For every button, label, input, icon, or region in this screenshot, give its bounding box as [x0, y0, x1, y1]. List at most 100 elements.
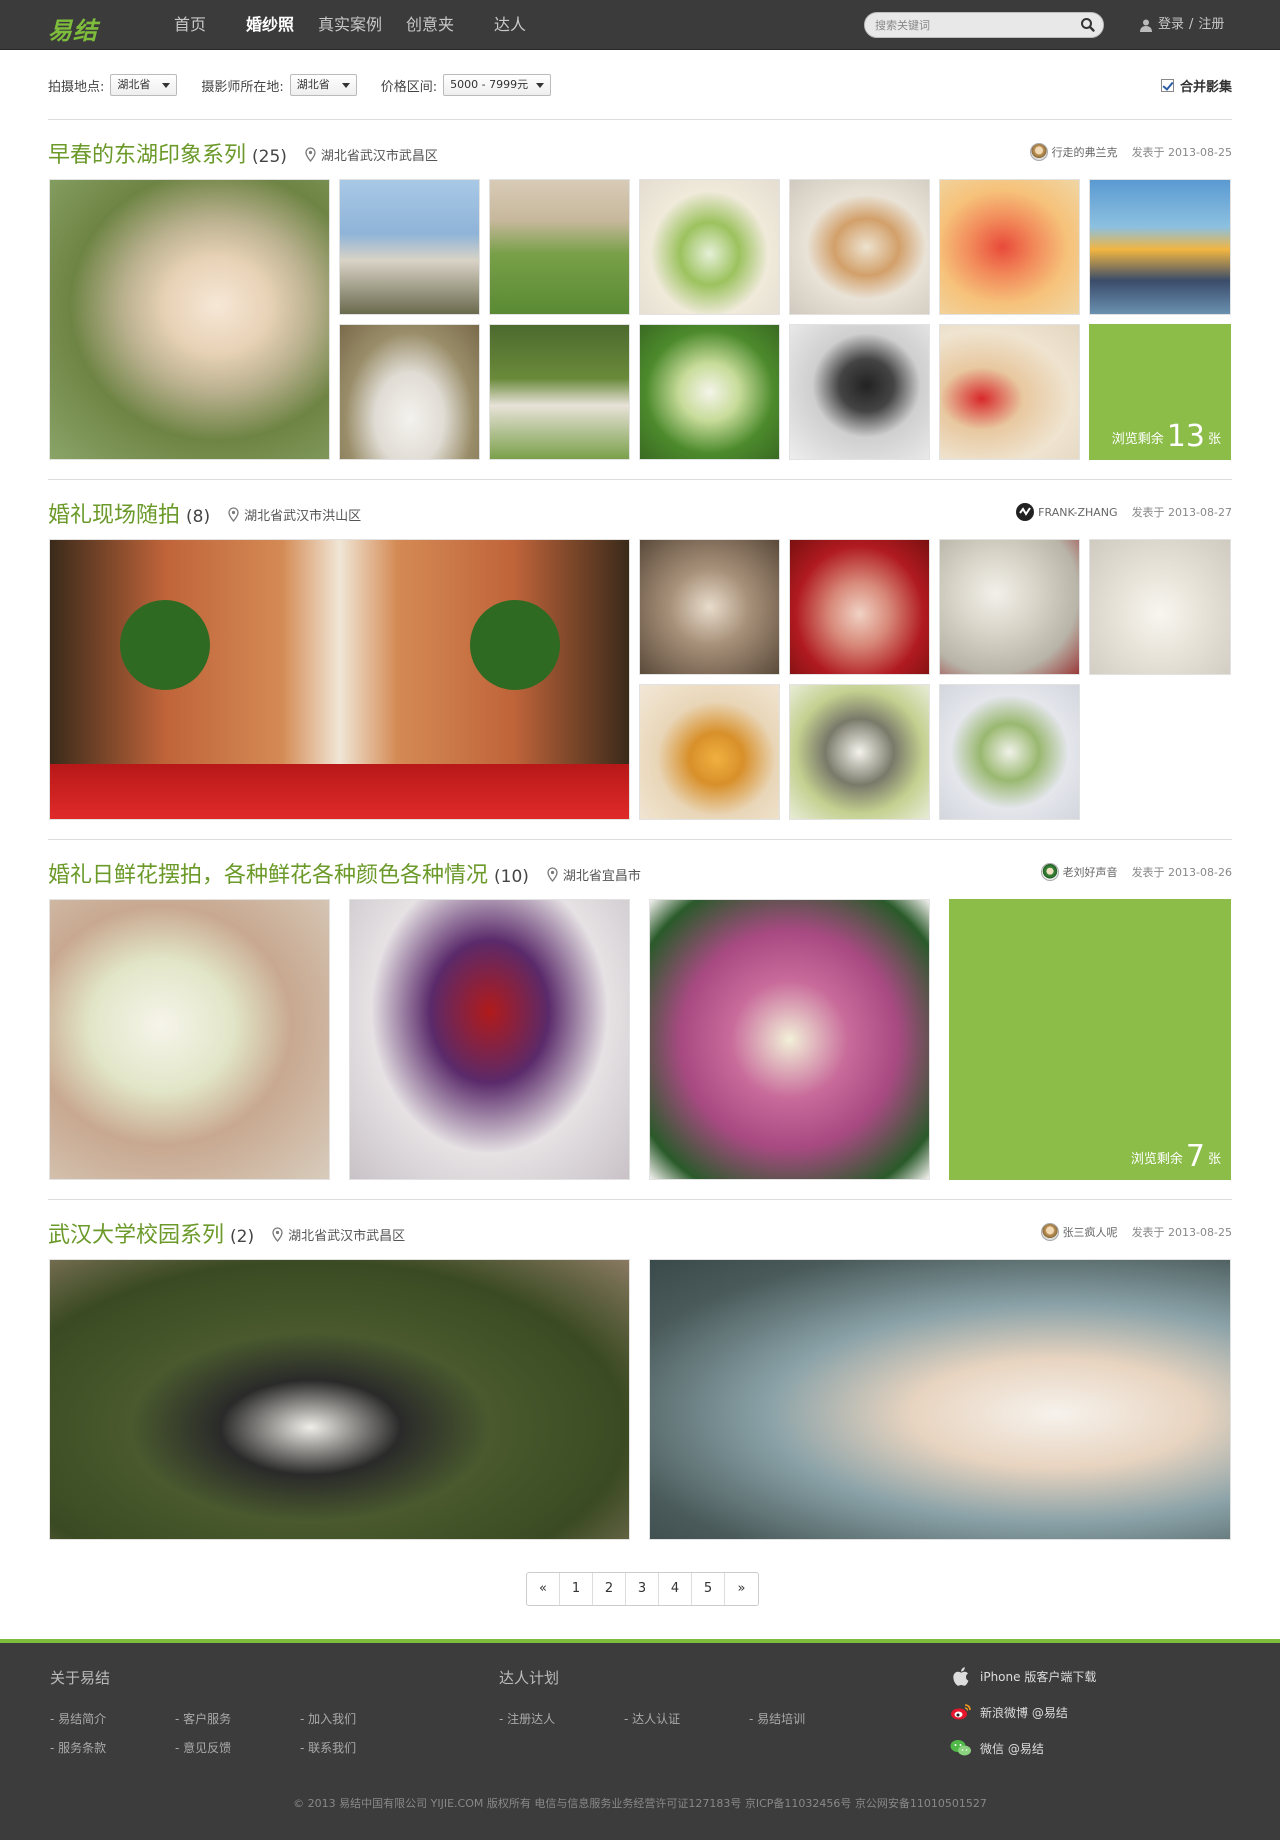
album-photo[interactable]	[639, 684, 780, 820]
footer-link-contact[interactable]: - 联系我们	[300, 1739, 356, 1756]
view-more-tile[interactable]: 浏览剩余 13 张	[1089, 324, 1231, 460]
author-name[interactable]: 张三疯人呢	[1063, 1224, 1118, 1240]
divider	[48, 1199, 1232, 1200]
search-input[interactable]	[875, 13, 1070, 37]
nav-idea-folder[interactable]: 创意夹	[390, 0, 470, 50]
album-photo[interactable]	[649, 899, 930, 1180]
author-avatar[interactable]	[1040, 863, 1059, 881]
album-header: 婚礼日鲜花摆拍，各种鲜花各种颜色各种情况 (10) 湖北省宜昌市 老刘好声音 发…	[48, 857, 1232, 889]
price-select[interactable]: 5000 - 7999元	[443, 74, 552, 96]
footer-link-terms[interactable]: - 服务条款	[50, 1739, 106, 1756]
login-separator: /	[1189, 17, 1194, 32]
footer-link-feedback[interactable]: - 意见反馈	[175, 1739, 231, 1756]
page-next-button[interactable]: »	[725, 1573, 758, 1605]
filter-bar: 拍摄地点: 湖北省 摄影师所在地: 湖北省 价格区间: 5000 - 7999元…	[48, 72, 1232, 98]
merge-albums-checkbox[interactable]: 合并影集	[1160, 76, 1232, 95]
author-name[interactable]: 老刘好声音	[1063, 864, 1118, 880]
author-name[interactable]: FRANK-ZHANG	[1038, 506, 1117, 519]
album-photo[interactable]	[49, 179, 330, 460]
location-pin-icon	[228, 507, 239, 522]
album-photo[interactable]	[339, 179, 480, 315]
album-photo[interactable]	[49, 1259, 630, 1540]
login-link[interactable]: 登录	[1158, 0, 1184, 50]
chevron-down-icon	[536, 83, 545, 88]
album-photo[interactable]	[939, 179, 1080, 315]
wechat-link[interactable]: 微信 @易结	[950, 1737, 1044, 1759]
login-area: 登录 / 注册	[1140, 0, 1224, 50]
footer-link-intro[interactable]: - 易结简介	[50, 1710, 106, 1727]
author-avatar[interactable]	[1016, 503, 1035, 521]
page-button-2[interactable]: 2	[593, 1573, 626, 1605]
album-photo[interactable]	[349, 899, 630, 1180]
album-photo[interactable]	[639, 539, 780, 675]
album-photo[interactable]	[649, 1259, 1231, 1540]
footer-link-training[interactable]: - 易结培训	[749, 1710, 805, 1727]
weibo-label: 新浪微博 @易结	[980, 1705, 1068, 1720]
iphone-app-link[interactable]: iPhone 版客户端下载	[950, 1665, 1096, 1687]
register-link[interactable]: 注册	[1198, 0, 1224, 50]
site-logo[interactable]: 易结	[48, 11, 98, 46]
footer-link-service[interactable]: - 客户服务	[175, 1710, 231, 1727]
album-title[interactable]: 婚礼现场随拍	[48, 497, 180, 529]
album-header: 早春的东湖印象系列 (25) 湖北省武汉市武昌区 行走的弗兰克 发表于 2013…	[48, 137, 1232, 169]
footer-link-expert-verify[interactable]: - 达人认证	[624, 1710, 680, 1727]
page-button-5[interactable]: 5	[692, 1573, 725, 1605]
album-photo[interactable]	[1089, 179, 1231, 315]
album-header: 武汉大学校园系列 (2) 湖北省武汉市武昌区 张三疯人呢 发表于 2013-08…	[48, 1217, 1232, 1249]
author-name[interactable]: 行走的弗兰克	[1052, 144, 1118, 160]
location-select-value: 湖北省	[117, 78, 151, 91]
user-icon	[1140, 19, 1152, 32]
footer-expert-title: 达人计划	[499, 1669, 560, 1687]
album-photo[interactable]	[639, 324, 780, 460]
view-more-count: 7	[1185, 1139, 1205, 1174]
album-photo[interactable]	[789, 324, 930, 460]
publish-date: 发表于 2013-08-25	[1131, 146, 1232, 159]
album-location: 湖北省武汉市洪山区	[244, 509, 362, 524]
view-more-suffix: 张	[1207, 1152, 1221, 1167]
search-icon[interactable]	[1079, 16, 1097, 34]
album-title[interactable]: 早春的东湖印象系列	[48, 137, 246, 169]
location-filter-label: 拍摄地点:	[48, 79, 105, 95]
album-photo[interactable]	[939, 684, 1080, 820]
location-select[interactable]: 湖北省	[110, 74, 178, 96]
footer-about-title: 关于易结	[50, 1669, 111, 1687]
album-photo[interactable]	[489, 324, 630, 460]
album-photo[interactable]	[1089, 539, 1231, 675]
page-button-4[interactable]: 4	[659, 1573, 692, 1605]
album-photo[interactable]	[789, 684, 930, 820]
location-pin-icon	[547, 867, 558, 882]
footer-link-join[interactable]: - 加入我们	[300, 1710, 356, 1727]
album-title[interactable]: 婚礼日鲜花摆拍，各种鲜花各种颜色各种情况	[48, 857, 488, 889]
album-photo[interactable]	[339, 324, 480, 460]
album-photo[interactable]	[489, 179, 630, 315]
album-title[interactable]: 武汉大学校园系列	[48, 1217, 224, 1249]
album-photo[interactable]	[939, 539, 1080, 675]
divider	[48, 839, 1232, 840]
author-avatar[interactable]	[1029, 143, 1048, 161]
album-photo[interactable]	[49, 899, 330, 1180]
page-button-1[interactable]: 1	[560, 1573, 593, 1605]
wechat-icon	[950, 1737, 972, 1759]
page-prev-button[interactable]: «	[527, 1573, 560, 1605]
photographer-select-value: 湖北省	[296, 78, 330, 91]
top-navbar: 易结 首页 婚纱照 真实案例 创意夹 达人 登录 / 注册	[0, 0, 1280, 50]
nav-home[interactable]: 首页	[150, 0, 230, 50]
weibo-link[interactable]: 新浪微博 @易结	[950, 1701, 1068, 1723]
publish-date: 发表于 2013-08-27	[1131, 506, 1232, 519]
nav-real-cases[interactable]: 真实案例	[310, 0, 390, 50]
album-photo[interactable]	[789, 179, 930, 315]
album-photo[interactable]	[639, 179, 780, 315]
page-button-3[interactable]: 3	[626, 1573, 659, 1605]
nav-experts[interactable]: 达人	[470, 0, 550, 50]
checkbox-checked-icon	[1160, 79, 1174, 92]
view-more-tile[interactable]: 浏览剩余 7 张	[949, 899, 1231, 1180]
album-photo[interactable]	[49, 539, 630, 820]
publish-date: 发表于 2013-08-25	[1131, 1226, 1232, 1239]
album-photo[interactable]	[789, 539, 930, 675]
author-avatar[interactable]	[1040, 1223, 1059, 1241]
album-location: 湖北省宜昌市	[562, 869, 641, 884]
photographer-select[interactable]: 湖北省	[289, 74, 357, 96]
album-photo[interactable]	[939, 324, 1080, 460]
nav-wedding-photos[interactable]: 婚纱照	[230, 0, 310, 50]
footer-link-register-expert[interactable]: - 注册达人	[499, 1710, 555, 1727]
